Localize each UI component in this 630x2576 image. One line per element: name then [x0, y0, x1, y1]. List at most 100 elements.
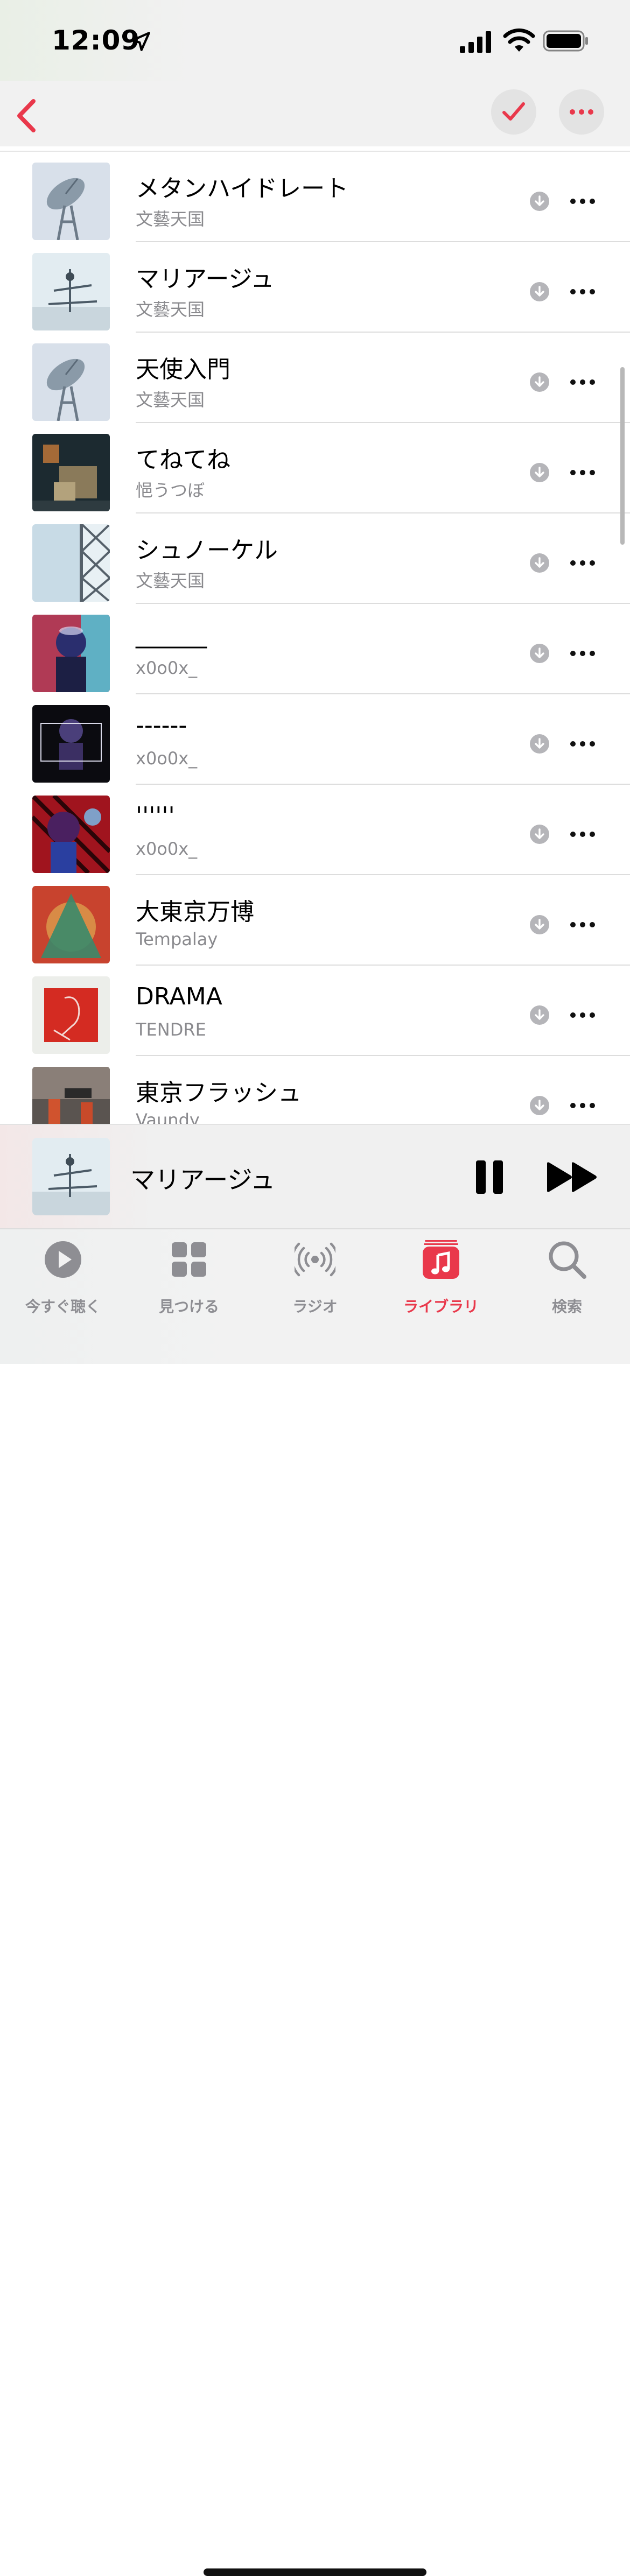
play-circle-icon — [45, 1241, 81, 1278]
download-icon[interactable] — [530, 372, 549, 392]
tab-radio[interactable]: ラジオ — [252, 1239, 378, 1325]
song-row[interactable]: DRAMA TENDRE — [0, 966, 630, 1056]
tab-listen-now[interactable]: 今すぐ聴く — [0, 1239, 126, 1325]
album-artwork — [32, 976, 110, 1054]
radio-icon — [295, 1242, 335, 1277]
song-more-icon[interactable] — [570, 378, 596, 386]
song-more-icon[interactable] — [570, 197, 596, 206]
tab-search[interactable]: 検索 — [504, 1239, 630, 1325]
song-row[interactable]: てねてね 悒うつぼ — [0, 423, 630, 513]
tab-label: 検索 — [551, 1298, 582, 1315]
back-chevron-icon[interactable] — [12, 97, 44, 135]
song-title: '''''' — [136, 802, 175, 829]
song-artist: 悒うつぼ — [136, 480, 205, 501]
song-title: シュノーケル — [136, 537, 278, 564]
select-button[interactable] — [491, 89, 536, 135]
song-more-icon[interactable] — [570, 1011, 596, 1019]
fast-forward-icon[interactable] — [545, 1162, 599, 1193]
grid-icon — [172, 1242, 206, 1277]
song-title: ______ — [136, 621, 207, 649]
battery-icon — [543, 30, 588, 52]
song-row[interactable]: メタンハイドレート 文藝天国 — [0, 152, 630, 242]
song-artist: x0o0x_ — [136, 658, 198, 678]
song-row[interactable]: 天使入門 文藝天国 — [0, 333, 630, 423]
scrollbar-thumb[interactable] — [620, 367, 625, 545]
song-row[interactable]: 大東京万博 Tempalay — [0, 875, 630, 966]
song-artist: 文藝天国 — [136, 571, 205, 591]
song-more-icon[interactable] — [570, 287, 596, 296]
song-row[interactable]: シュノーケル 文藝天国 — [0, 513, 630, 604]
song-row[interactable]: 東京フラッシュ Vaundy — [0, 1056, 630, 1124]
mini-player[interactable]: マリアージュ — [0, 1124, 630, 1229]
song-title: メタンハイドレート — [136, 175, 349, 202]
album-artwork — [32, 705, 110, 783]
search-icon — [549, 1241, 586, 1279]
tab-label: ライブラリ — [403, 1298, 479, 1315]
download-icon[interactable] — [530, 463, 549, 482]
song-title: ------ — [136, 712, 187, 739]
song-more-icon[interactable] — [570, 649, 596, 658]
wifi-icon — [503, 28, 535, 52]
mini-player-artwork — [32, 1138, 110, 1215]
song-artist: 文藝天国 — [136, 390, 205, 410]
download-icon[interactable] — [530, 734, 549, 754]
cellular-signal-icon — [460, 31, 491, 53]
location-arrow-icon — [131, 32, 150, 51]
song-artist: x0o0x_ — [136, 839, 198, 859]
song-row[interactable]: ------ x0o0x_ — [0, 694, 630, 785]
tab-bar: 今すぐ聴く 見つける ラジオ ライブラリ 検索 — [0, 1228, 630, 2576]
song-title: てねてね — [136, 446, 230, 474]
ellipsis-icon — [570, 109, 593, 115]
album-artwork — [32, 343, 110, 421]
song-artist: TENDRE — [136, 1019, 206, 1040]
checkmark-icon — [502, 102, 525, 121]
download-icon[interactable] — [530, 282, 549, 301]
album-artwork — [32, 1067, 110, 1124]
download-icon[interactable] — [530, 1096, 549, 1115]
song-title: 天使入門 — [136, 356, 230, 383]
song-more-icon[interactable] — [570, 830, 596, 839]
song-title: DRAMA — [136, 983, 222, 1010]
mini-player-title: マリアージュ — [130, 1165, 276, 1194]
music-note-icon — [423, 1240, 459, 1279]
song-artist: Vaundy — [136, 1110, 200, 1124]
tab-library[interactable]: ライブラリ — [378, 1239, 504, 1325]
song-title: 大東京万博 — [136, 898, 254, 926]
song-more-icon[interactable] — [570, 559, 596, 567]
song-row[interactable]: マリアージュ 文藝天国 — [0, 242, 630, 333]
song-more-icon[interactable] — [570, 468, 596, 477]
song-more-icon[interactable] — [570, 1101, 596, 1110]
song-artist: x0o0x_ — [136, 748, 198, 769]
album-artwork — [32, 163, 110, 240]
album-artwork — [32, 524, 110, 602]
song-title: マリアージュ — [136, 265, 275, 293]
tab-label: 見つける — [158, 1298, 219, 1315]
song-row[interactable]: ______ x0o0x_ — [0, 604, 630, 694]
status-bar: 12:09 — [0, 0, 630, 81]
download-icon[interactable] — [530, 825, 549, 844]
tab-label: 今すぐ聴く — [25, 1298, 101, 1315]
song-more-icon[interactable] — [570, 920, 596, 929]
download-icon[interactable] — [530, 192, 549, 211]
download-icon[interactable] — [530, 915, 549, 934]
album-artwork — [32, 796, 110, 873]
song-artist: 文藝天国 — [136, 299, 205, 320]
album-artwork — [32, 615, 110, 692]
download-icon[interactable] — [530, 1005, 549, 1025]
album-artwork — [32, 434, 110, 511]
tab-browse[interactable]: 見つける — [126, 1239, 252, 1325]
download-icon[interactable] — [530, 644, 549, 663]
more-options-button[interactable] — [559, 89, 604, 135]
song-artist: 文藝天国 — [136, 209, 205, 229]
status-time: 12:09 — [52, 25, 141, 56]
home-indicator[interactable] — [204, 2568, 426, 2576]
pause-icon[interactable] — [474, 1159, 505, 1195]
album-artwork — [32, 253, 110, 330]
song-more-icon[interactable] — [570, 740, 596, 748]
song-artist: Tempalay — [136, 929, 218, 949]
song-list[interactable]: メタンハイドレート 文藝天国 マリアージュ 文藝天国 天使入門 文藝天国 てねて… — [0, 146, 630, 1124]
song-row[interactable]: '''''' x0o0x_ — [0, 785, 630, 875]
navigation-bar — [0, 81, 630, 147]
tab-label: ラジオ — [292, 1298, 338, 1315]
download-icon[interactable] — [530, 553, 549, 573]
